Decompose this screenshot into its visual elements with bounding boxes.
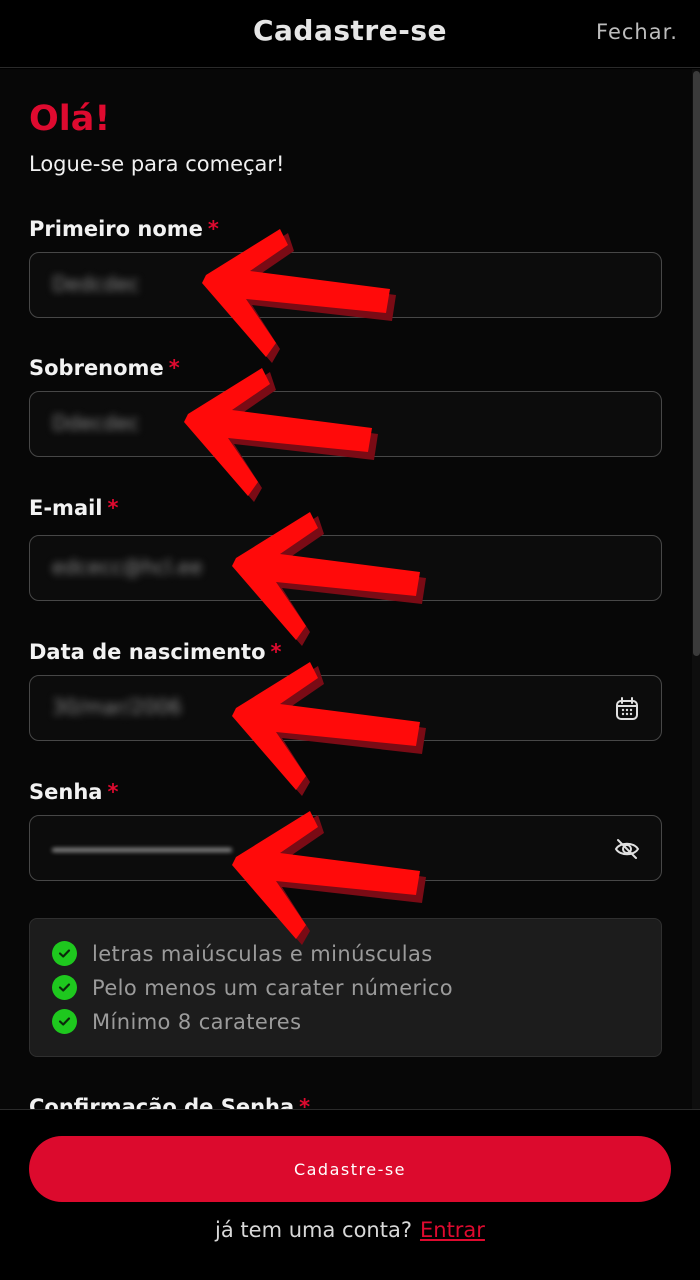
password-rule-text: Pelo menos um carater númerico <box>92 975 454 1000</box>
scrollbar-thumb[interactable] <box>693 71 700 656</box>
required-mark: * <box>107 496 119 520</box>
email-label: E-mail * <box>29 496 119 520</box>
confirm-password-label-text: Confirmação de Senha <box>29 1095 295 1109</box>
login-prompt-text: já tem uma conta? <box>215 1218 412 1242</box>
login-prompt: já tem uma conta? Entrar <box>0 1218 700 1242</box>
check-icon <box>52 941 77 966</box>
annotation-arrow-icon <box>232 662 426 796</box>
first-name-value: Dedcdec <box>52 272 140 296</box>
last-name-label-text: Sobrenome <box>29 356 164 380</box>
check-icon <box>52 1009 77 1034</box>
eye-off-icon[interactable] <box>613 835 641 863</box>
close-button[interactable]: Fechar. <box>596 20 678 44</box>
birth-date-value: 30/mar/2006 <box>52 695 182 719</box>
form-scroll-area[interactable]: Olá! Logue-se para começar! Primeiro nom… <box>0 69 700 1109</box>
confirm-password-label: Confirmação de Senha * <box>29 1095 310 1109</box>
last-name-value: Ddecdec <box>52 411 140 435</box>
register-button[interactable]: Cadastre-se <box>29 1136 671 1202</box>
greeting-subtitle: Logue-se para começar! <box>29 152 285 176</box>
required-mark: * <box>168 356 180 380</box>
password-label: Senha * <box>29 780 118 804</box>
required-mark: * <box>299 1095 311 1109</box>
login-link[interactable]: Entrar <box>420 1218 485 1242</box>
annotation-arrow-icon <box>184 368 378 502</box>
annotation-arrow-icon <box>202 229 396 363</box>
annotation-arrow-icon <box>232 512 426 646</box>
page-title: Cadastre-se <box>252 14 447 47</box>
required-mark: * <box>107 780 119 804</box>
email-value: edcecc@hcl.ee <box>52 555 203 579</box>
check-icon <box>52 975 77 1000</box>
password-rule-text: Mínimo 8 carateres <box>92 1009 302 1034</box>
password-masked-value <box>52 848 232 852</box>
calendar-icon[interactable] <box>613 695 641 723</box>
email-label-text: E-mail <box>29 496 103 520</box>
password-rule: Mínimo 8 carateres <box>52 1009 301 1034</box>
footer-bar: Cadastre-se já tem uma conta? Entrar <box>0 1109 700 1280</box>
first-name-label-text: Primeiro nome <box>29 217 203 241</box>
annotation-arrow-icon <box>232 811 426 945</box>
scrollbar[interactable] <box>692 69 700 1109</box>
greeting-title: Olá! <box>29 99 111 139</box>
password-rule: Pelo menos um carater númerico <box>52 975 453 1000</box>
password-label-text: Senha <box>29 780 103 804</box>
header-bar: Cadastre-se Fechar. <box>0 0 700 68</box>
first-name-label: Primeiro nome * <box>29 217 219 241</box>
last-name-label: Sobrenome * <box>29 356 180 380</box>
